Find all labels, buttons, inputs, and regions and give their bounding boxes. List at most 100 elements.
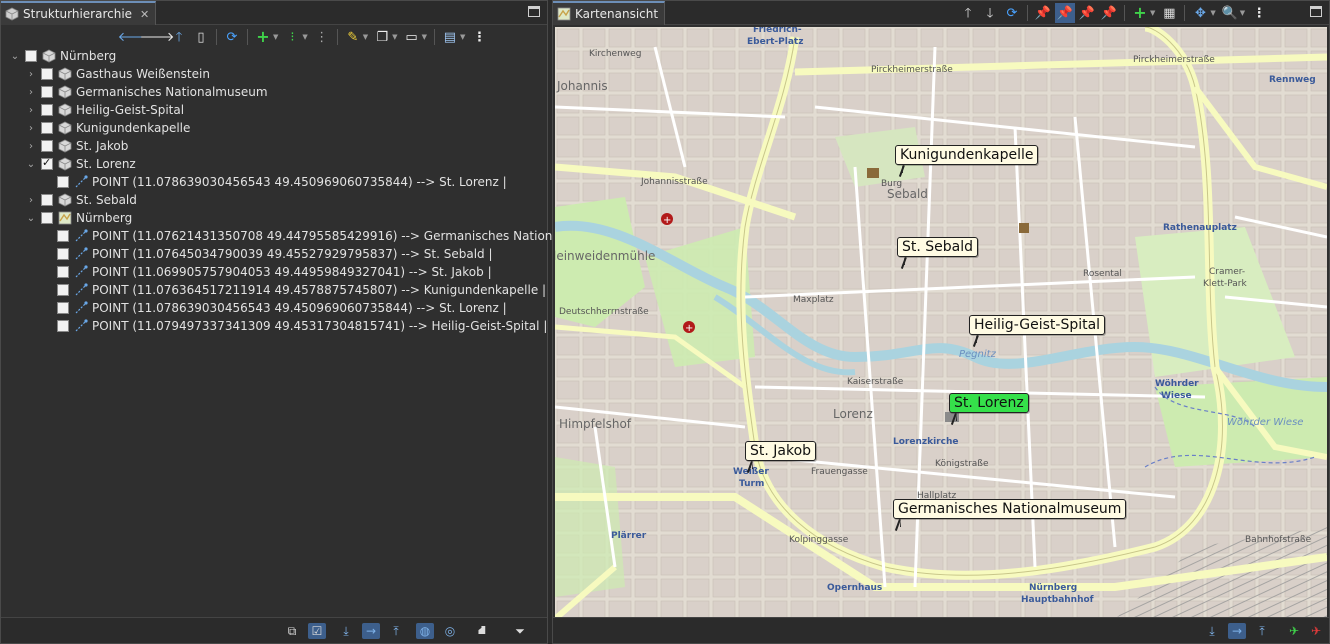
grid-icon[interactable]: ▦ [1159,3,1179,23]
tree-item[interactable]: POINT (11.078639030456543 49.45096906073… [41,299,507,317]
layer-up-icon[interactable]: ⤒ [387,623,405,639]
tree-item[interactable]: › Gasthaus Weißenstein [25,65,210,83]
tree-item[interactable]: POINT (11.07621431350708 49.447955854299… [41,227,623,245]
add-icon[interactable]: + [1130,3,1150,23]
tree-item-checkbox[interactable] [57,248,69,260]
callout-st-lorenz[interactable]: St. Lorenz [949,393,1029,421]
filter-icon[interactable]: ⏷ [511,623,529,639]
tree-item-checkbox[interactable] [41,156,53,170]
chevron-down-icon[interactable]: ▼ [392,33,397,41]
close-icon[interactable]: ✕ [140,8,149,21]
pencil-icon[interactable]: ✎ [343,27,363,47]
pin-icon[interactable]: 📌 [1033,3,1053,23]
tree-item[interactable]: › Kunigundenkapelle [25,119,190,137]
maximize-icon[interactable] [528,6,540,17]
mouse-icon[interactable]: ▯ [191,27,211,47]
tree-item-checkbox[interactable] [57,284,69,296]
tree-item[interactable]: POINT (11.079497337341309 49.45317304815… [41,317,547,335]
pin-red-icon[interactable]: ✈ [1307,623,1325,639]
move-up-icon[interactable]: 🡑 [958,3,978,23]
tab-strukturhierarchie[interactable]: Strukturhierarchie ✕ [1,1,157,25]
tree-item[interactable]: POINT (11.078639030456543 49.45096906073… [41,173,507,191]
tree-item[interactable]: › Germanisches Nationalmuseum [25,83,268,101]
zoom-icon[interactable]: 🔍 [1220,3,1240,23]
view-icon[interactable]: ▭ [402,27,422,47]
pin-remove-icon[interactable]: 📌 [1099,3,1119,23]
hierarchy-icon[interactable]: ⋮ [312,27,332,47]
callout-kunigundenkapelle[interactable]: Kunigundenkapelle [895,145,1039,173]
chevron-right-icon[interactable]: › [25,195,37,206]
copy-icon[interactable]: ❐ [372,27,392,47]
tree-item-checkbox[interactable] [41,68,53,80]
up-arrow-icon[interactable]: 🡑 [169,27,189,47]
chevron-right-icon[interactable]: › [25,141,37,152]
arrow-right-icon[interactable]: → [1228,623,1246,639]
node-icon[interactable]: ⁝ [282,27,302,47]
pin-edit-icon[interactable]: 📌 [1055,3,1075,23]
pin-add-icon[interactable]: 📌 [1077,3,1097,23]
move-down-icon[interactable]: 🡓 [980,3,1000,23]
chevron-down-icon[interactable]: ▼ [422,33,427,41]
tree-item-checkbox[interactable] [57,230,69,242]
tree-item[interactable]: POINT (11.07645034790039 49.455279297958… [41,245,493,263]
refresh-icon[interactable]: ⟳ [222,27,242,47]
tree-item-checkbox[interactable] [57,266,69,278]
collapse-icon[interactable]: ▤ [440,27,460,47]
pin-green-icon[interactable]: ✈ [1285,623,1303,639]
tree-item[interactable]: › Heilig-Geist-Spital [25,101,184,119]
tree-item-checkbox[interactable] [57,302,69,314]
callout-st-sebald[interactable]: St. Sebald [897,237,979,265]
tree-item-checkbox[interactable] [41,194,53,206]
link-icon[interactable]: ⧉ [283,623,301,639]
tree-item[interactable]: POINT (11.069905757904053 49.44959849327… [41,263,492,281]
tree-item-checkbox[interactable] [41,140,53,152]
chevron-down-icon[interactable]: ⌄ [25,213,37,224]
chevron-right-icon[interactable]: › [25,105,37,116]
checkbox-icon[interactable]: ☑ [308,623,326,639]
map-canvas[interactable]: + + Johannis Friedrich- Ebert-Platz Pirc… [555,27,1327,619]
tree-item[interactable]: ⌄ Nürnberg [9,47,116,65]
layer-down-icon[interactable]: ⤓ [337,623,355,639]
maximize-icon[interactable] [1310,6,1322,17]
callout-st-jakob[interactable]: St. Jakob [745,441,817,469]
globe-link-icon[interactable]: ◎ [441,623,459,639]
forward-arrow-icon[interactable]: 🡒 [140,27,175,47]
layer-down-icon[interactable]: ⤓ [1203,623,1221,639]
chevron-right-icon[interactable]: › [25,87,37,98]
add-icon[interactable]: + [253,27,273,47]
more-menu-icon[interactable]: ⋮ [469,27,489,47]
tab-kartenansicht[interactable]: Kartenansicht [553,1,666,25]
chevron-down-icon[interactable]: ▼ [1240,9,1245,17]
tree-item-checkbox[interactable] [41,104,53,116]
tree-item[interactable]: ⌄ Nürnberg [25,209,132,227]
callout-germanisches-nationalmuseum[interactable]: Germanisches Nationalmuseum [893,499,1127,527]
callout-heilig-geist-spital[interactable]: Heilig-Geist-Spital [969,315,1106,343]
tree-item-checkbox[interactable] [41,122,53,134]
chevron-down-icon[interactable]: ▼ [1210,9,1215,17]
chevron-down-icon[interactable]: ▼ [363,33,368,41]
chevron-down-icon[interactable]: ⌄ [25,159,37,170]
tree-item-checkbox[interactable] [57,320,69,332]
tree-item[interactable]: POINT (11.076364517211914 49.45788757458… [41,281,546,299]
tree-item[interactable]: ⌄ St. Lorenz [25,155,136,173]
tree-item-checkbox[interactable] [57,176,69,188]
tree-item-checkbox[interactable] [41,86,53,98]
chevron-down-icon[interactable]: ▼ [460,33,465,41]
chevron-down-icon[interactable]: ▼ [273,33,278,41]
tree-item-checkbox[interactable] [25,50,37,62]
more-menu-icon[interactable]: ⋮ [1249,3,1269,23]
chevron-down-icon[interactable]: ▼ [1150,9,1155,17]
tree-item[interactable]: › St. Sebald [25,191,137,209]
chevron-right-icon[interactable]: › [25,123,37,134]
refresh-icon[interactable]: ⟳ [1002,3,1022,23]
tree-item-checkbox[interactable] [41,212,53,224]
chevron-down-icon[interactable]: ⌄ [9,51,21,62]
chevron-right-icon[interactable]: › [25,69,37,80]
tree-item[interactable]: › St. Jakob [25,137,128,155]
chevron-down-icon[interactable]: ▼ [302,33,307,41]
arrow-right-icon[interactable]: → [362,623,380,639]
layer-up-icon[interactable]: ⤒ [1253,623,1271,639]
globe-icon[interactable]: ◍ [416,623,434,639]
pan-icon[interactable]: ✥ [1190,3,1210,23]
tag-icon[interactable]: ⛘ [473,623,491,639]
